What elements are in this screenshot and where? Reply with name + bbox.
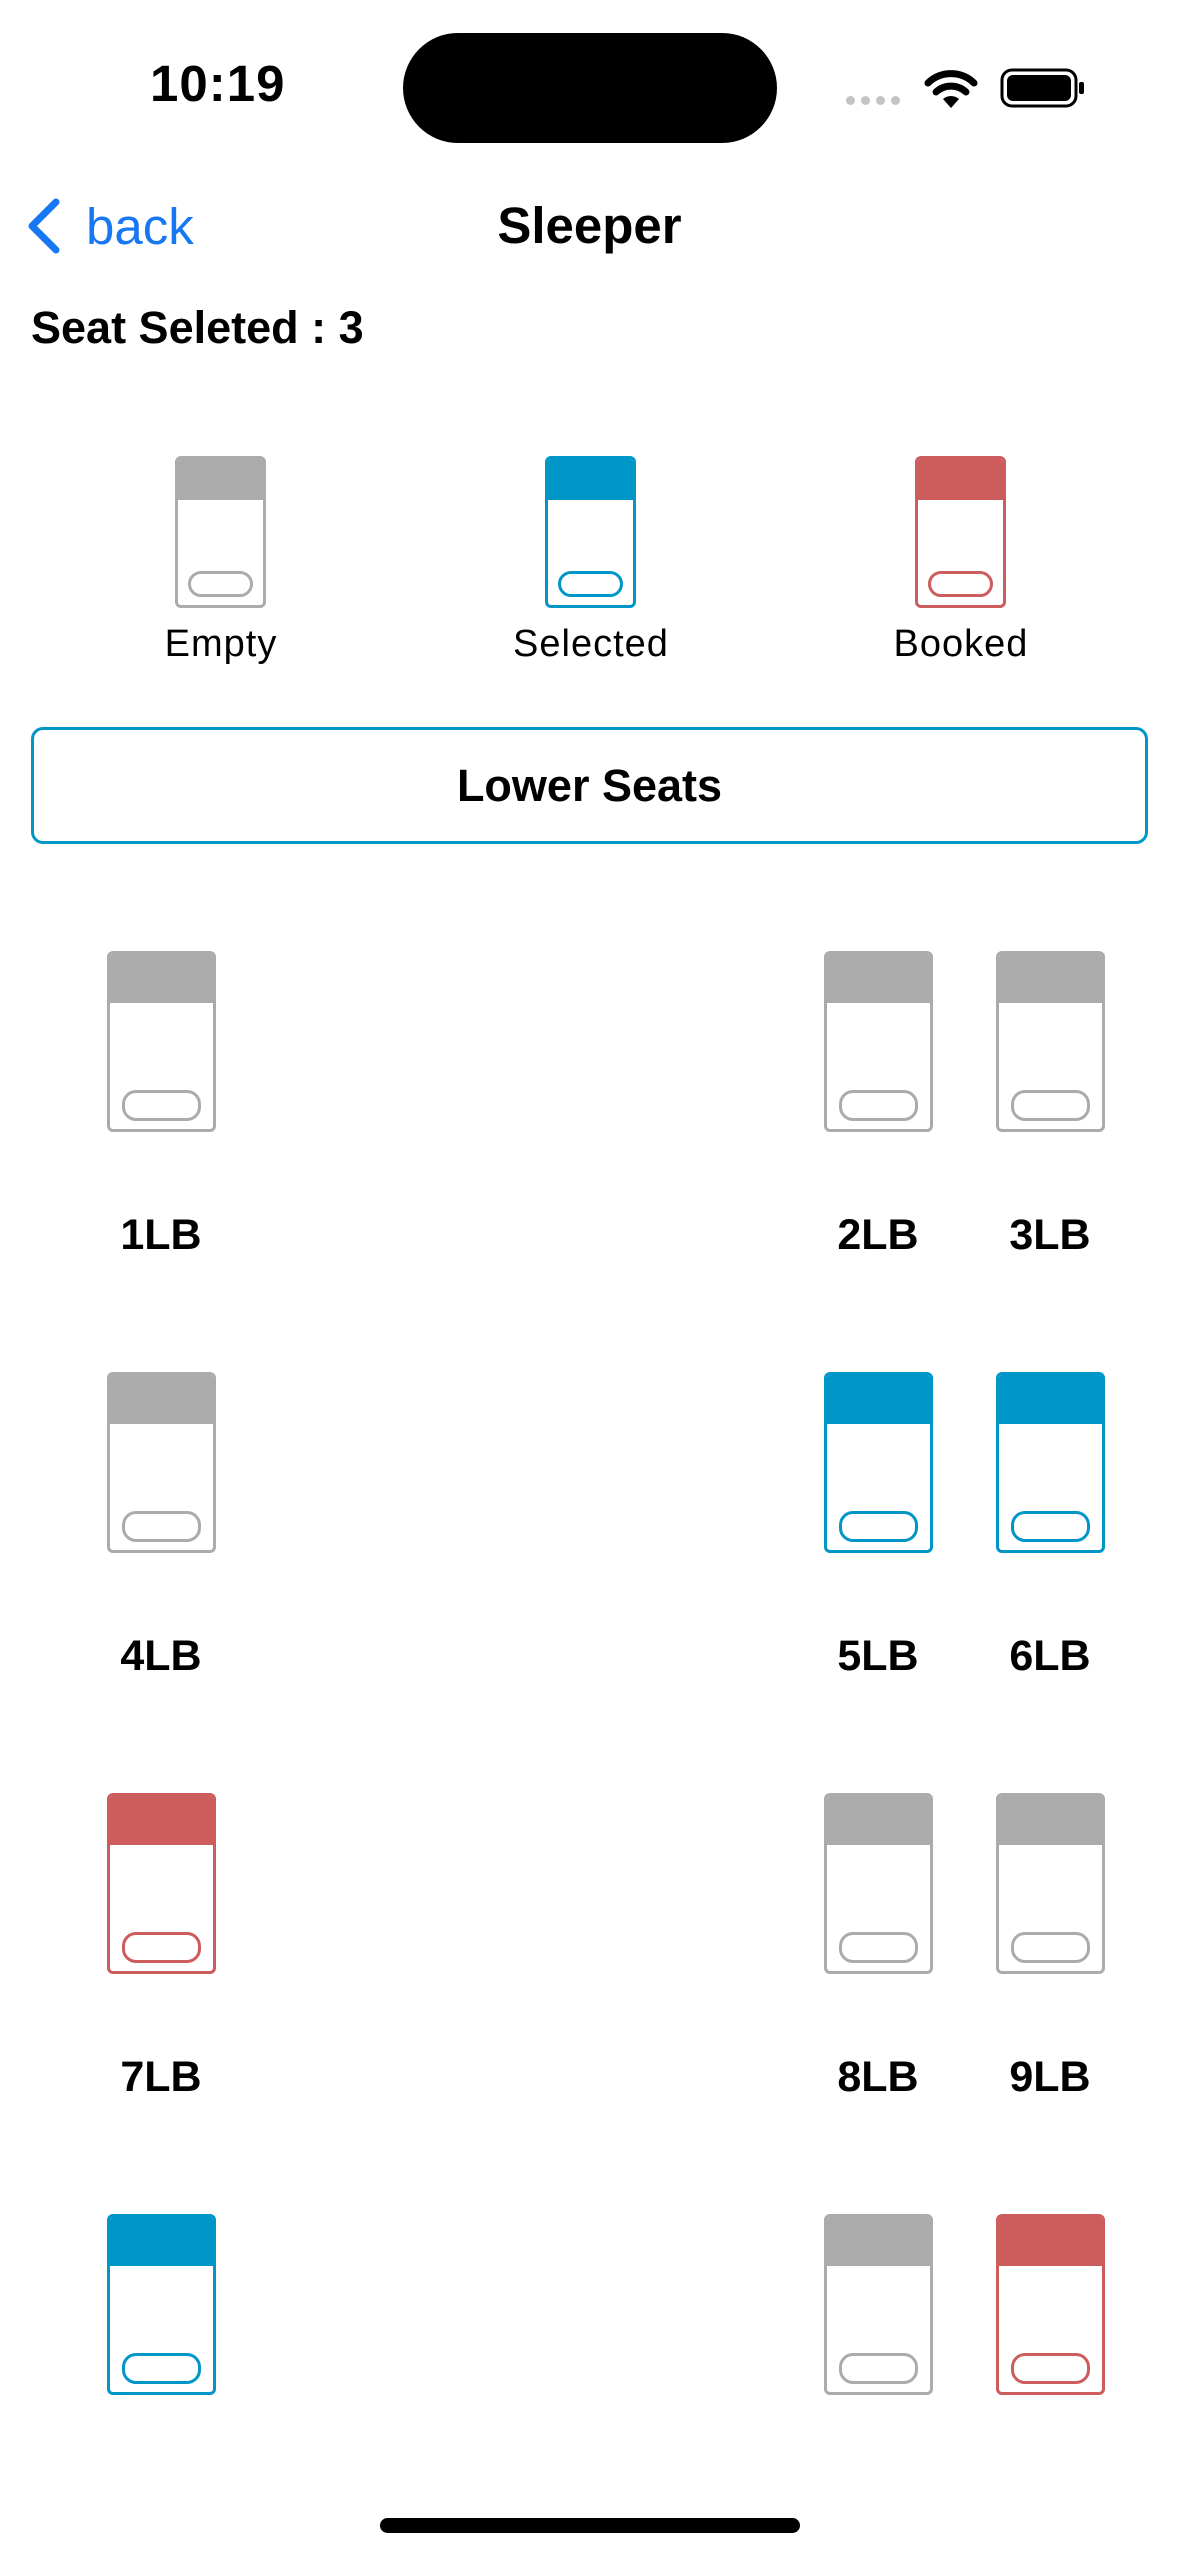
seat-6lb[interactable] [996, 1372, 1105, 1553]
dynamic-island [403, 33, 777, 143]
page-title: Sleeper [497, 197, 682, 254]
seat-selected-count: Seat Seleted : 3 [31, 302, 364, 353]
wifi-icon [924, 70, 978, 108]
seat-label: 2LB [837, 1211, 919, 1259]
legend-label-booked: Booked [893, 623, 1029, 665]
seat-1lb[interactable] [107, 951, 216, 1132]
legend-label-empty: Empty [164, 623, 278, 665]
seat-label: 3LB [1009, 1211, 1091, 1259]
seat-3lb[interactable] [996, 951, 1105, 1132]
seat-12lb[interactable] [996, 2214, 1105, 2395]
legend-label-selected: Selected [513, 623, 669, 665]
seat-label: 1LB [120, 1211, 202, 1259]
seat-9lb[interactable] [996, 1793, 1105, 1974]
seat-10lb[interactable] [107, 2214, 216, 2395]
seat-5lb[interactable] [824, 1372, 933, 1553]
seat-label: 9LB [1009, 2053, 1091, 2101]
battery-icon [1000, 68, 1084, 108]
legend-seat-icon-booked [915, 456, 1006, 608]
seat-label: 6LB [1009, 1632, 1091, 1680]
legend-seat-icon-empty [175, 456, 266, 608]
seat-label: 4LB [120, 1632, 202, 1680]
seat-2lb[interactable] [824, 951, 933, 1132]
status-time: 10:19 [150, 55, 286, 112]
legend-seat-icon-selected [545, 456, 636, 608]
seat-4lb[interactable] [107, 1372, 216, 1553]
lower-seats-header[interactable]: Lower Seats [31, 727, 1148, 844]
seat-label: 7LB [120, 2053, 202, 2101]
seat-label: 8LB [837, 2053, 919, 2101]
home-indicator [380, 2518, 800, 2533]
seat-8lb[interactable] [824, 1793, 933, 1974]
seat-label: 5LB [837, 1632, 919, 1680]
seat-7lb[interactable] [107, 1793, 216, 1974]
cellular-signal-icon [846, 96, 900, 105]
seat-11lb[interactable] [824, 2214, 933, 2395]
